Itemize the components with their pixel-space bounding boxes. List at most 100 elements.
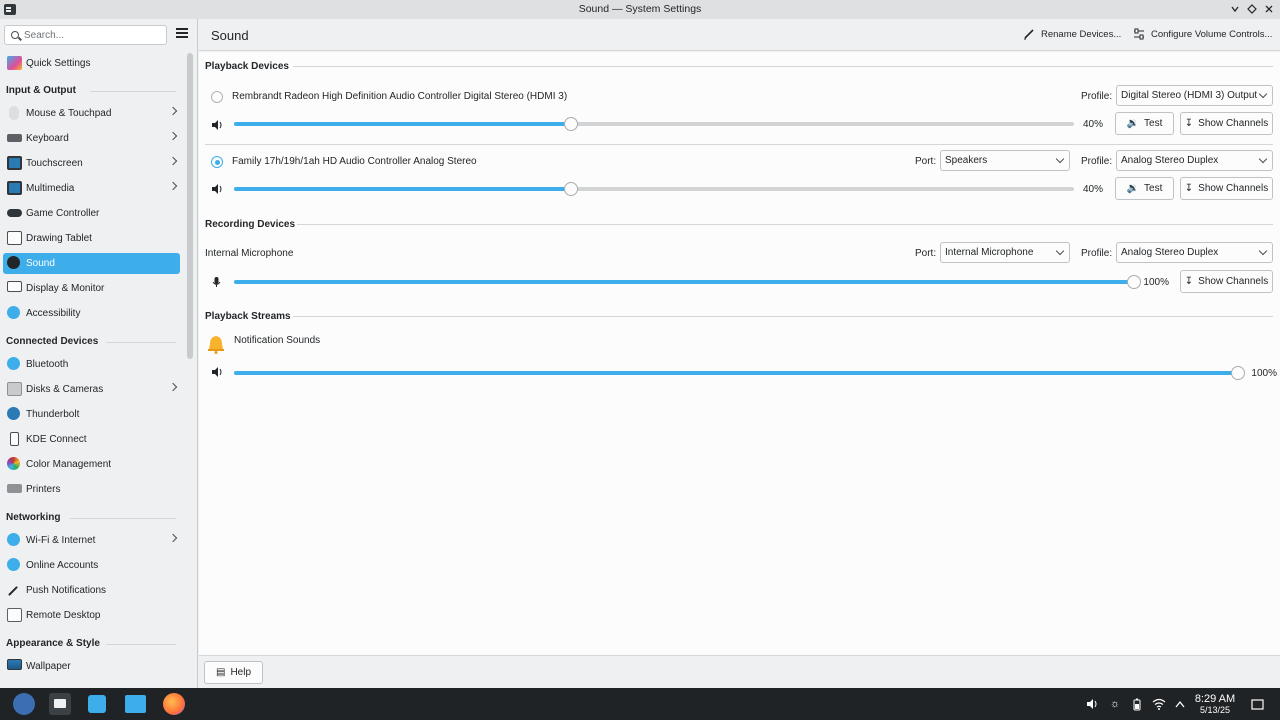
sidebar: Quick Settings Input & Output Mouse & To…: [0, 19, 198, 688]
firefox-icon[interactable]: [163, 693, 185, 715]
minimize-button[interactable]: [1228, 2, 1242, 16]
test-button[interactable]: 🔉 Test: [1115, 112, 1174, 135]
category-appearance-style: Appearance & Style: [6, 638, 100, 649]
chevron-right-icon: [168, 106, 178, 116]
battery-tray-icon[interactable]: [1130, 697, 1144, 711]
channels-icon: ↧: [1184, 118, 1194, 129]
search-icon: [11, 31, 19, 39]
profile-select[interactable]: Analog Stereo Duplex: [1116, 242, 1273, 263]
port-value: Speakers: [945, 155, 988, 166]
help-button[interactable]: ▤ Help: [204, 661, 263, 684]
volume-slider-fill: [234, 122, 571, 126]
section-recording-devices: Recording Devices: [205, 219, 296, 230]
profile-select[interactable]: Analog Stereo Duplex: [1116, 150, 1273, 171]
globe-icon: [7, 533, 20, 546]
volume-slider[interactable]: [234, 117, 1074, 131]
port-select[interactable]: Speakers: [940, 150, 1070, 171]
sidebar-item-label: Mouse & Touchpad: [26, 108, 112, 119]
profile-label: Profile:: [1081, 91, 1113, 102]
sidebar-item-quick-settings[interactable]: Quick Settings: [3, 53, 180, 74]
chevron-right-icon: [168, 156, 178, 166]
sidebar-item-wifi-internet[interactable]: Wi-Fi & Internet: [3, 530, 180, 551]
default-device-radio[interactable]: [211, 156, 223, 168]
volume-slider[interactable]: [234, 275, 1141, 289]
sidebar-item-label: Display & Monitor: [26, 283, 105, 294]
diamond-icon: [1247, 4, 1257, 14]
page-footer: ▤ Help: [199, 655, 1280, 688]
test-button[interactable]: 🔉 Test: [1115, 177, 1174, 200]
test-label: Test: [1144, 118, 1163, 129]
sidebar-item-online-accounts[interactable]: Online Accounts: [3, 555, 180, 576]
chevron-up-icon[interactable]: [1173, 697, 1187, 711]
hamburger-menu-icon[interactable]: [176, 28, 188, 38]
sidebar-item-printers[interactable]: Printers: [3, 479, 180, 500]
file-manager-icon[interactable]: [125, 695, 146, 713]
speaker-icon: 🔉: [1126, 183, 1140, 194]
sidebar-item-color-management[interactable]: Color Management: [3, 454, 180, 475]
chevron-right-icon: [168, 382, 178, 392]
show-desktop-icon[interactable]: [1250, 697, 1264, 711]
sidebar-item-drawing-tablet[interactable]: Drawing Tablet: [3, 228, 180, 249]
system-settings-task-icon[interactable]: [49, 693, 71, 715]
sidebar-item-multimedia[interactable]: Multimedia: [3, 178, 180, 199]
chevron-down-icon: [1231, 6, 1239, 13]
volume-slider[interactable]: [234, 366, 1245, 380]
default-device-radio[interactable]: [211, 91, 223, 103]
sidebar-scrollbar[interactable]: [187, 53, 193, 359]
close-button[interactable]: [1262, 2, 1276, 16]
sidebar-item-remote-desktop[interactable]: Remote Desktop: [3, 605, 180, 626]
clock-time: 8:29 AM: [1194, 693, 1236, 705]
rename-devices-button[interactable]: Rename Devices...: [1023, 28, 1121, 40]
sidebar-item-wallpaper[interactable]: Wallpaper: [3, 656, 180, 677]
speaker-icon[interactable]: [211, 366, 223, 378]
sidebar-item-keyboard[interactable]: Keyboard: [3, 128, 180, 149]
help-label: Help: [230, 667, 252, 678]
sidebar-item-kde-connect[interactable]: KDE Connect: [3, 429, 180, 450]
sidebar-item-display-monitor[interactable]: Display & Monitor: [3, 278, 180, 299]
volume-slider-handle[interactable]: [564, 117, 578, 131]
brightness-tray-icon[interactable]: ☼: [1108, 697, 1122, 711]
sidebar-item-label: Online Accounts: [26, 560, 99, 571]
taskbar-clock[interactable]: 8:29 AM 5/13/25: [1189, 693, 1241, 715]
sidebar-item-push-notifications[interactable]: Push Notifications: [3, 580, 180, 601]
sidebar-item-sound[interactable]: Sound: [3, 253, 180, 274]
discover-store-icon[interactable]: [88, 695, 106, 713]
category-input-output: Input & Output: [6, 85, 76, 96]
configure-volume-controls-button[interactable]: Configure Volume Controls...: [1133, 28, 1272, 40]
sidebar-item-accessibility[interactable]: Accessibility: [3, 303, 180, 324]
window-titlebar[interactable]: Sound — System Settings: [0, 0, 1280, 19]
sidebar-item-bluetooth[interactable]: Bluetooth: [3, 354, 180, 375]
bell-icon: [208, 336, 224, 354]
chevron-right-icon: [168, 533, 178, 543]
show-channels-label: Show Channels: [1198, 118, 1269, 129]
show-channels-label: Show Channels: [1198, 183, 1269, 194]
search-input[interactable]: [24, 28, 164, 42]
quick-settings-icon: [7, 56, 22, 70]
device-name: Rembrandt Radeon High Definition Audio C…: [232, 91, 568, 102]
chevron-down-icon: [1055, 154, 1065, 164]
app-launcher-icon[interactable]: [13, 693, 35, 715]
wifi-tray-icon[interactable]: [1152, 697, 1166, 711]
port-select[interactable]: Internal Microphone: [940, 242, 1070, 263]
speaker-icon[interactable]: [211, 119, 223, 131]
show-channels-button[interactable]: ↧ Show Channels: [1180, 270, 1273, 293]
maximize-button[interactable]: [1245, 2, 1259, 16]
search-box[interactable]: [4, 25, 167, 45]
speaker-icon[interactable]: [211, 183, 223, 195]
sidebar-item-label: Drawing Tablet: [26, 233, 92, 244]
sidebar-item-thunderbolt[interactable]: Thunderbolt: [3, 404, 180, 425]
profile-label: Profile:: [1081, 156, 1113, 167]
microphone-icon[interactable]: [211, 276, 223, 288]
sidebar-item-touchscreen[interactable]: Touchscreen: [3, 153, 180, 174]
volume-slider-handle[interactable]: [564, 182, 578, 196]
volume-slider-fill: [234, 187, 571, 191]
sidebar-item-mouse-touchpad[interactable]: Mouse & Touchpad: [3, 103, 180, 124]
sidebar-item-game-controller[interactable]: Game Controller: [3, 203, 180, 224]
show-channels-button[interactable]: ↧ Show Channels: [1180, 177, 1273, 200]
show-channels-button[interactable]: ↧ Show Channels: [1180, 112, 1273, 135]
chevron-down-icon: [1258, 154, 1268, 164]
sidebar-item-disks-cameras[interactable]: Disks & Cameras: [3, 379, 180, 400]
volume-slider[interactable]: [234, 182, 1074, 196]
profile-select[interactable]: Digital Stereo (HDMI 3) Output: [1116, 85, 1273, 106]
volume-tray-icon[interactable]: [1085, 697, 1099, 711]
